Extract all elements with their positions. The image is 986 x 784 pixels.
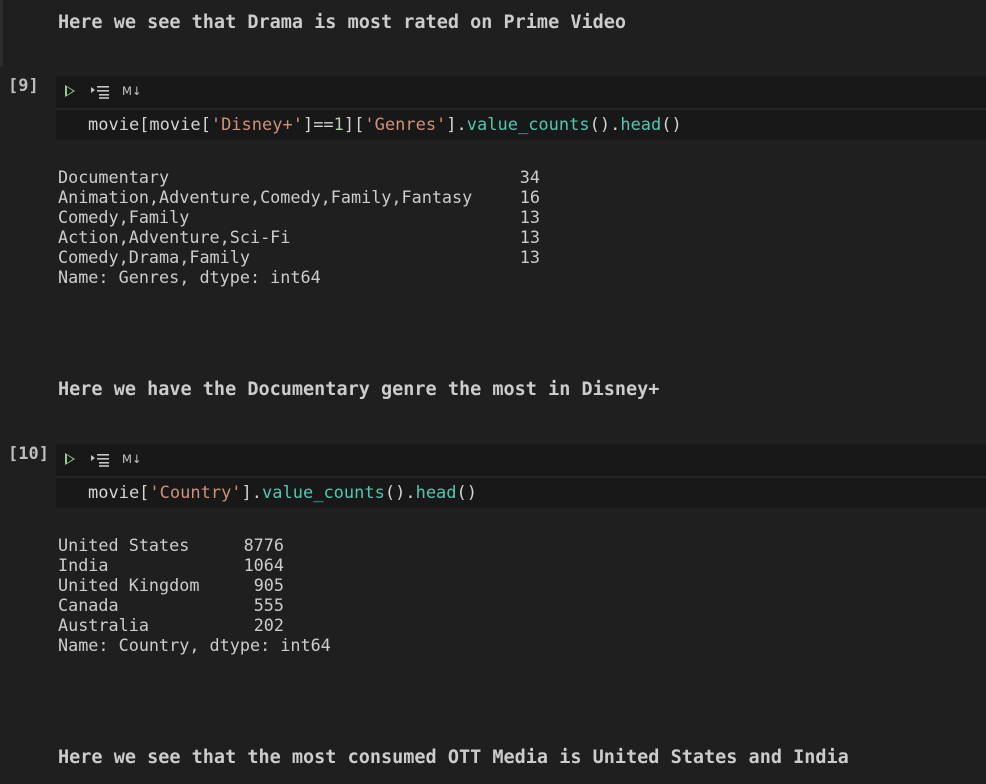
code-token: (). <box>589 115 621 135</box>
execution-count: [9] <box>8 76 39 96</box>
run-cell-icon[interactable] <box>65 453 75 465</box>
code-line: movie[movie['Disney+']==1]['Genres'].val… <box>88 110 682 140</box>
markdown-cell-button[interactable]: M↓ <box>122 452 142 466</box>
code-editor[interactable]: movie['Country'].value_counts().head() <box>56 478 986 508</box>
code-token: movie[movie[ <box>88 115 211 135</box>
code-token: 'Genres' <box>364 115 447 135</box>
code-token: 1 <box>333 115 344 135</box>
markdown-cell-focus-bar <box>0 0 3 67</box>
markdown-note-prime: Here we see that Drama is most rated on … <box>58 12 627 33</box>
code-token: value_counts <box>262 483 385 503</box>
code-editor[interactable]: movie[movie['Disney+']==1]['Genres'].val… <box>56 110 986 140</box>
code-token: ][ <box>343 115 365 135</box>
code-token: ]. <box>446 115 467 135</box>
code-token: head <box>415 483 457 503</box>
run-below-icon[interactable] <box>90 453 110 467</box>
code-token: ]. <box>241 483 263 503</box>
run-cell-icon[interactable] <box>65 85 75 97</box>
notebook-page: Here we see that Drama is most rated on … <box>0 0 986 784</box>
code-token: value_counts <box>466 115 590 135</box>
code-token: 'Disney+' <box>210 115 303 135</box>
run-below-icon[interactable] <box>90 85 110 99</box>
code-token: () <box>456 483 478 503</box>
code-token: 'Country' <box>149 483 242 503</box>
execution-count: [10] <box>8 444 49 464</box>
code-token: ]== <box>302 115 334 135</box>
markdown-cell-button[interactable]: M↓ <box>122 84 142 98</box>
markdown-note-country: Here we see that the most consumed OTT M… <box>58 747 849 768</box>
markdown-note-disney: Here we have the Documentary genre the m… <box>58 379 660 400</box>
code-token: movie[ <box>88 483 150 503</box>
cell-toolbar: M↓ <box>56 444 986 478</box>
code-token: head <box>620 115 662 135</box>
code-token: (). <box>384 483 416 503</box>
cell-toolbar: M↓ <box>56 76 986 110</box>
code-line: movie['Country'].value_counts().head() <box>88 478 477 508</box>
code-token: () <box>661 115 682 135</box>
